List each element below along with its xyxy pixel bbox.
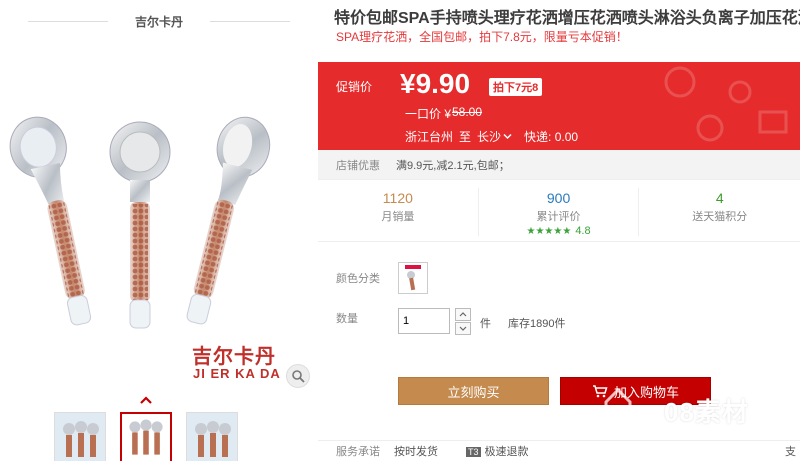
brand-logo-english: JI ER KA DA xyxy=(193,366,281,381)
quantity-decrease-button[interactable] xyxy=(455,322,471,335)
service-promise: 服务承诺 按时发货 T3 极速退款 支 xyxy=(318,440,800,461)
chevron-up-icon[interactable] xyxy=(138,394,154,406)
quantity-input[interactable] xyxy=(398,308,450,334)
price-label: 促销价 xyxy=(336,80,373,94)
rating-stars: ★★★★★ 4.8 xyxy=(526,225,591,237)
service-more: 支 xyxy=(785,446,796,458)
thumbnail-strip xyxy=(54,412,238,461)
chevron-down-icon xyxy=(503,133,512,140)
service-refund: T3 极速退款 xyxy=(466,446,529,458)
ship-from: 浙江台州 xyxy=(405,130,454,144)
ship-destination-select[interactable]: 长沙 xyxy=(477,128,512,145)
thumbnail-2[interactable] xyxy=(120,412,172,461)
tmall-points: 4 送天猫积分 xyxy=(692,190,748,223)
brand-header: 吉尔卡丹 xyxy=(0,0,318,42)
promo-label: 店铺优惠 xyxy=(336,159,380,172)
shipping-row: 浙江台州 至 长沙 快递: 0.00 xyxy=(405,128,578,145)
color-option-label: 颜色分类 xyxy=(336,273,380,285)
product-subtitle: SPA理疗花洒，全国包邮，拍下7.8元，限量亏本促销！ xyxy=(336,30,628,44)
decorative-pattern xyxy=(664,66,788,142)
price-value: ¥9.90 xyxy=(400,68,471,99)
color-option-swatch[interactable] xyxy=(398,262,428,294)
original-price-label: 一口价 ¥ xyxy=(405,107,452,121)
shower-head-right xyxy=(186,116,271,325)
store-promo: 店铺优惠 满9.9元,减2.1元,包邮； xyxy=(318,150,800,180)
brand-logo-chinese: 吉尔卡丹 xyxy=(192,344,276,368)
service-label: 服务承诺 xyxy=(336,446,380,458)
thumbnail-3[interactable] xyxy=(186,412,238,461)
magnifier-icon[interactable] xyxy=(286,364,310,388)
brand-title: 吉尔卡丹 xyxy=(134,14,183,29)
thumbnail-1[interactable] xyxy=(54,412,106,461)
quantity-increase-button[interactable] xyxy=(455,308,471,321)
original-price-value: 58.00 xyxy=(452,105,483,119)
watermark-text: 08素材 xyxy=(664,397,749,427)
shower-head-left xyxy=(9,116,92,326)
quantity-unit: 件 xyxy=(480,318,491,330)
stock-count: 库存1890件 xyxy=(508,318,566,330)
discount-badge: 拍下7元8 xyxy=(489,78,543,96)
buy-now-button[interactable]: 立刻购买 xyxy=(398,377,549,405)
price-panel: 促销价 ¥9.90 拍下7元8 一口价 ¥ 58.00 浙江台州 至 长沙 快递… xyxy=(318,62,800,150)
service-ontime: 按时发货 xyxy=(394,446,438,458)
sales-stats: 1120 月销量 900 累计评价 ★★★★★ 4.8 4 送天猫积分 xyxy=(318,182,800,242)
ship-to-prefix: 至 xyxy=(459,130,472,144)
monthly-sales: 1120 月销量 xyxy=(318,188,479,236)
product-title: 特价包邮SPA手持喷头理疗花洒增压花洒喷头淋浴头负离子加压花洒 xyxy=(334,10,800,27)
review-count[interactable]: 900 累计评价 ★★★★★ 4.8 xyxy=(479,188,640,237)
quantity-label: 数量 xyxy=(336,313,358,325)
shower-head-center xyxy=(109,121,171,329)
promo-text: 满9.9元,减2.1元,包邮； xyxy=(396,159,510,172)
shipping-fee: 快递: 0.00 xyxy=(524,130,579,144)
product-gallery: 吉尔卡丹 吉尔卡丹 JI ER KA DA xyxy=(0,0,318,461)
